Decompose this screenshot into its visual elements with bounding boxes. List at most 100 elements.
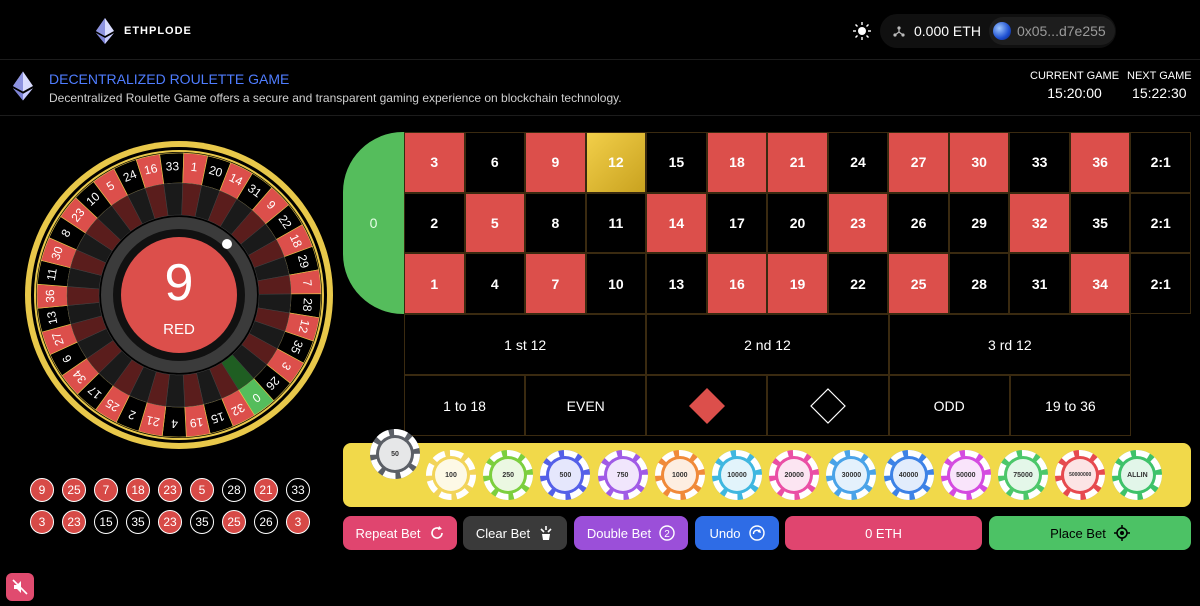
- repeat-bet-button[interactable]: Repeat Bet: [343, 516, 457, 550]
- account-button[interactable]: 0x05...d7e255: [988, 17, 1115, 45]
- wheel-number: 11: [44, 267, 60, 282]
- undo-button[interactable]: Undo: [695, 516, 779, 550]
- bet-amount: 0 ETH: [865, 525, 902, 541]
- chip-50000[interactable]: 50000: [940, 450, 991, 500]
- bet-number[interactable]: 26: [888, 192, 949, 254]
- clear-bet-button[interactable]: Clear Bet: [463, 516, 567, 550]
- outside-bets: 1 to 18 EVEN ODD 19 to 36: [404, 375, 1131, 436]
- bet-number[interactable]: 3: [404, 132, 465, 193]
- bet-dozen-2[interactable]: 2 nd 12: [646, 314, 889, 375]
- chip-50000000[interactable]: 50000000: [1055, 450, 1106, 500]
- bet-number[interactable]: 12: [585, 132, 647, 193]
- place-bet-button[interactable]: Place Bet: [989, 516, 1191, 550]
- chip-value: 250: [492, 459, 525, 491]
- chip-value: 50000000: [1064, 459, 1097, 491]
- bet-column[interactable]: 2:1: [1130, 253, 1191, 314]
- svg-text:2: 2: [664, 529, 670, 540]
- chip-20000[interactable]: 20000: [769, 450, 820, 500]
- chip-750[interactable]: 750: [597, 450, 648, 500]
- bet-dozen-3[interactable]: 3 rd 12: [888, 314, 1131, 375]
- bet-number[interactable]: 33: [1009, 132, 1070, 193]
- chip-75000[interactable]: 75000: [998, 450, 1048, 500]
- bet-number[interactable]: 19: [767, 253, 828, 314]
- bet-number[interactable]: 21: [767, 132, 828, 193]
- bet-number[interactable]: 2: [404, 192, 465, 254]
- double-bet-label: Double Bet: [586, 525, 652, 541]
- bet-low[interactable]: 1 to 18: [404, 375, 526, 436]
- clear-bet-label: Clear Bet: [475, 525, 531, 541]
- bet-number[interactable]: 23: [827, 192, 889, 254]
- bet-number[interactable]: 34: [1069, 253, 1131, 314]
- wheel-number: 33: [165, 159, 179, 174]
- bet-number[interactable]: 11: [585, 192, 647, 254]
- next-game: NEXT GAME 15:22:30: [1127, 70, 1192, 101]
- current-game: CURRENT GAME 15:20:00: [1030, 70, 1119, 101]
- bet-number[interactable]: 14: [646, 192, 707, 254]
- bet-column[interactable]: 2:1: [1130, 192, 1191, 254]
- wallet-pill[interactable]: 0.000 ETH 0x05...d7e255: [880, 14, 1116, 48]
- ethereum-logo-icon: [13, 71, 33, 101]
- bet-number[interactable]: 5: [464, 192, 526, 254]
- chip-40000[interactable]: 40000: [883, 450, 934, 500]
- double-bet-button[interactable]: Double Bet 2: [574, 516, 688, 550]
- bet-number[interactable]: 10: [585, 253, 647, 314]
- bet-number[interactable]: 30: [948, 132, 1010, 193]
- eth-balance: 0.000 ETH: [914, 23, 981, 39]
- bet-number[interactable]: 4: [464, 253, 526, 314]
- chip-30000[interactable]: 30000: [826, 450, 877, 500]
- chip-50[interactable]: 50: [370, 429, 420, 479]
- bet-number[interactable]: 36: [1069, 132, 1131, 193]
- bet-number[interactable]: 6: [464, 132, 526, 193]
- chip-10000[interactable]: 10000: [712, 450, 762, 500]
- history-result: 23: [62, 510, 86, 534]
- roulette-ball: [222, 239, 232, 249]
- bet-number[interactable]: 8: [525, 192, 586, 254]
- bet-number[interactable]: 7: [525, 253, 586, 314]
- bet-number[interactable]: 24: [827, 132, 889, 193]
- history-result: 28: [222, 478, 246, 502]
- roulette-wheel: 032151942122517346271336113082310524 16 33…: [25, 141, 333, 449]
- brand-name: ETHPLODE: [124, 25, 192, 37]
- black-diamond-icon: [810, 387, 846, 424]
- mute-button[interactable]: [6, 573, 34, 601]
- bet-number[interactable]: 9: [525, 132, 586, 193]
- bet-number[interactable]: 1: [404, 253, 465, 314]
- bet-number[interactable]: 28: [948, 253, 1010, 314]
- page-description: Decentralized Roulette Game offers a sec…: [49, 91, 622, 105]
- bet-black[interactable]: [767, 375, 889, 436]
- bet-number[interactable]: 17: [706, 192, 768, 254]
- bet-number[interactable]: 27: [888, 132, 949, 193]
- bet-odd[interactable]: ODD: [888, 375, 1010, 436]
- bet-number[interactable]: 20: [767, 192, 828, 254]
- chip-allin[interactable]: ALLIN: [1112, 450, 1163, 500]
- bet-number[interactable]: 16: [706, 253, 768, 314]
- bet-number[interactable]: 18: [706, 132, 768, 193]
- bet-number[interactable]: 15: [646, 132, 707, 193]
- bet-even[interactable]: EVEN: [525, 375, 647, 436]
- page-title: DECENTRALIZED ROULETTE GAME: [49, 71, 290, 87]
- repeat-icon: [430, 526, 443, 539]
- bet-number[interactable]: 25: [888, 253, 949, 314]
- chip-250[interactable]: 250: [483, 450, 534, 500]
- chip-value: 40000: [892, 459, 925, 491]
- bet-high[interactable]: 19 to 36: [1009, 375, 1131, 436]
- bet-red[interactable]: [646, 375, 768, 436]
- chip-value: 10000: [721, 459, 753, 491]
- brand[interactable]: ETHPLODE: [96, 18, 192, 44]
- chip-100[interactable]: 100: [426, 450, 476, 500]
- bet-number[interactable]: 32: [1009, 192, 1070, 254]
- bet-number[interactable]: 29: [948, 192, 1010, 254]
- bet-number[interactable]: 22: [827, 253, 889, 314]
- bet-number[interactable]: 35: [1069, 192, 1131, 254]
- bet-number[interactable]: 31: [1009, 253, 1070, 314]
- history-result: 33: [286, 478, 310, 502]
- chip-1000[interactable]: 1000: [654, 450, 705, 500]
- history-result: 9: [30, 478, 54, 502]
- bet-zero[interactable]: 0: [343, 132, 404, 314]
- sun-icon[interactable]: [853, 22, 871, 40]
- bet-dozen-1[interactable]: 1 st 12: [404, 314, 647, 375]
- number-grid: 3 6 9 12 15 18 21 24 27 30 33 36 2:1 2 5 8 11 14 17 20 23 26 2…: [404, 132, 1191, 314]
- chip-500[interactable]: 500: [540, 450, 591, 500]
- bet-number[interactable]: 13: [646, 253, 707, 314]
- bet-column[interactable]: 2:1: [1130, 132, 1191, 193]
